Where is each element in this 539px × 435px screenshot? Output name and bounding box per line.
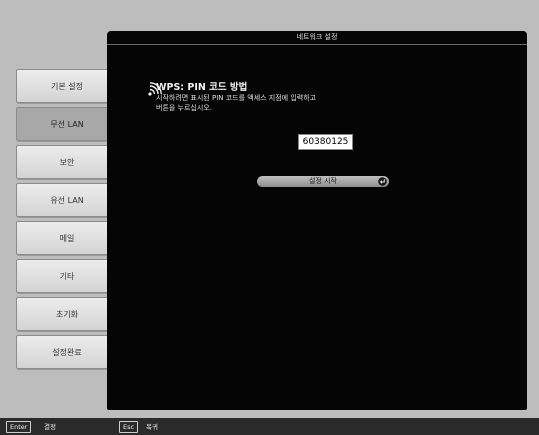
sidebar-item-label: 무선 LAN bbox=[50, 119, 84, 129]
network-settings-panel: 네트워크 설정 WPS: PIN 코드 방법 시작하려면 표시된 PIN 코드를… bbox=[107, 31, 527, 410]
sidebar-item-setup-complete[interactable]: 설정완료 bbox=[16, 335, 118, 369]
instruction-text: 시작하려면 표시된 PIN 코드를 액세스 지점에 입력하고 버튼을 누르십시오… bbox=[156, 93, 316, 113]
sidebar-item-label: 설정완료 bbox=[52, 347, 82, 357]
sidebar-item-wireless-lan[interactable]: 무선 LAN bbox=[16, 107, 118, 141]
sidebar-item-label: 기타 bbox=[59, 271, 75, 281]
esc-key-icon: Esc bbox=[119, 421, 139, 433]
enter-return-icon bbox=[378, 177, 387, 186]
instruction-line-2: 버튼을 누르십시오. bbox=[156, 104, 212, 112]
pin-code-display: 60380125 bbox=[298, 134, 353, 150]
key-hint-bar: Enter 결정 Esc 복귀 bbox=[0, 418, 539, 435]
sidebar-item-security[interactable]: 보안 bbox=[16, 145, 118, 179]
sidebar-item-reset[interactable]: 초기화 bbox=[16, 297, 118, 331]
panel-title: 네트워크 설정 bbox=[107, 31, 527, 45]
sidebar-item-other[interactable]: 기타 bbox=[16, 259, 118, 293]
sidebar-item-label: 메일 bbox=[59, 233, 75, 243]
wps-method-title: WPS: PIN 코드 방법 bbox=[156, 82, 248, 93]
start-setup-label: 설정 시작 bbox=[309, 177, 337, 185]
instruction-line-1: 시작하려면 표시된 PIN 코드를 액세스 지점에 입력하고 bbox=[156, 94, 317, 102]
enter-key-label: 결정 bbox=[44, 423, 56, 431]
sidebar-item-label: 유선 LAN bbox=[50, 195, 84, 205]
esc-key-label: 복귀 bbox=[146, 423, 158, 431]
sidebar-item-mail[interactable]: 메일 bbox=[16, 221, 118, 255]
sidebar-item-basic-settings[interactable]: 기본 설정 bbox=[16, 69, 118, 103]
sidebar-item-label: 초기화 bbox=[55, 309, 79, 319]
sidebar-item-label: 기본 설정 bbox=[51, 81, 83, 91]
sidebar-item-wired-lan[interactable]: 유선 LAN bbox=[16, 183, 118, 217]
enter-key-icon: Enter bbox=[6, 421, 32, 433]
sidebar-item-label: 보안 bbox=[59, 157, 75, 167]
start-setup-button[interactable]: 설정 시작 bbox=[257, 176, 389, 187]
